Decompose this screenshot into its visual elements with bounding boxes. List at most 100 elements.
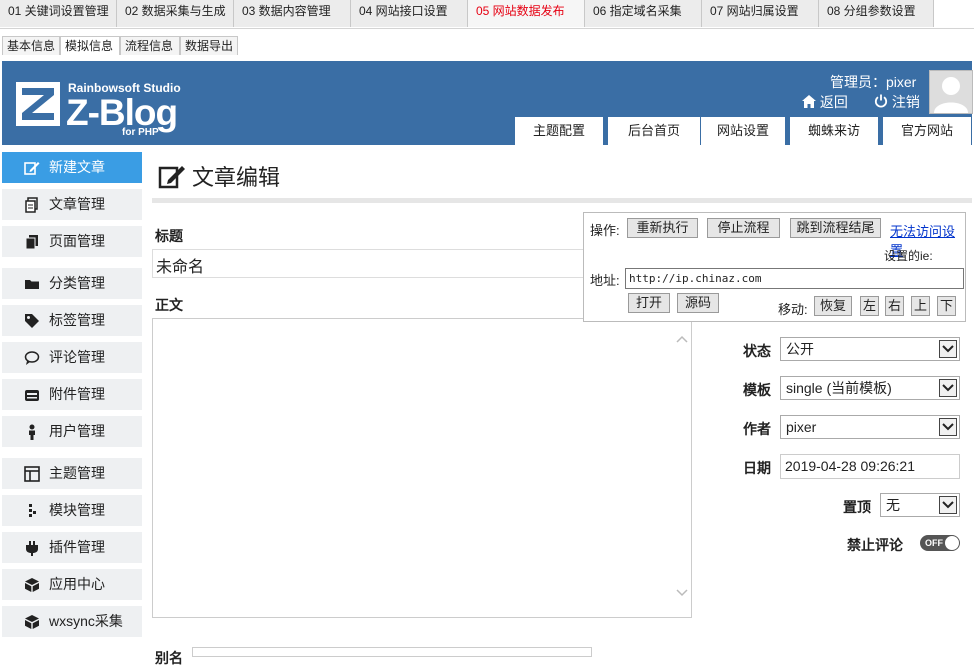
sidebar-item-plugins[interactable]: 插件管理	[2, 532, 142, 563]
plugin-icon	[26, 541, 38, 556]
sticky-value: 无	[886, 497, 900, 513]
sidebar-item-new-article[interactable]: 新建文章	[2, 152, 142, 183]
sidebar-item-categories[interactable]: 分类管理	[2, 268, 142, 299]
restore-button[interactable]: 恢复	[814, 296, 852, 316]
author-label: 作者	[743, 421, 771, 437]
top-tab-content[interactable]: 03 数据内容管理	[234, 0, 351, 27]
sidebar-item-articles[interactable]: 文章管理	[2, 189, 142, 220]
sidebar-item-label: 应用中心	[49, 576, 105, 592]
chevron-down-icon	[939, 496, 957, 514]
top-tab-keywords[interactable]: 01 关键词设置管理	[0, 0, 117, 27]
sidebar-item-label: 用户管理	[49, 423, 105, 439]
author-select[interactable]: pixer	[780, 415, 960, 439]
back-link[interactable]: 返回	[802, 92, 848, 112]
sidebar-item-pages[interactable]: 页面管理	[2, 226, 142, 257]
toggle-state-text: OFF	[925, 538, 943, 548]
open-button[interactable]: 打开	[628, 293, 670, 313]
sidebar-item-app-center[interactable]: 应用中心	[2, 569, 142, 600]
template-select[interactable]: single (当前模板)	[780, 376, 960, 400]
page-title: 文章编辑	[192, 165, 281, 190]
chevron-down-icon	[939, 340, 957, 358]
back-label: 返回	[819, 94, 848, 110]
nav-spider-visits[interactable]: 蜘蛛来访	[790, 117, 878, 145]
sidebar-item-tags[interactable]: 标签管理	[2, 305, 142, 336]
sidebar-item-label: wxsync采集	[49, 613, 123, 629]
address-label: 地址:	[590, 273, 620, 288]
chevron-down-icon	[939, 379, 957, 397]
theme-icon	[24, 466, 40, 482]
sub-tab-flow[interactable]: 流程信息	[120, 36, 180, 55]
avatar[interactable]	[929, 70, 973, 114]
rerun-button[interactable]: 重新执行	[627, 218, 698, 238]
logout-link[interactable]: 注销	[874, 92, 920, 112]
app-center-icon	[25, 578, 39, 592]
nav-official-site[interactable]: 官方网站	[883, 117, 971, 145]
move-up-button[interactable]: 上	[911, 296, 930, 316]
nav-site-settings[interactable]: 网站设置	[701, 117, 785, 145]
sidebar-item-attachments[interactable]: 附件管理	[2, 379, 142, 410]
title-label: 标题	[155, 228, 183, 244]
move-right-button[interactable]: 右	[885, 296, 904, 316]
alias-input[interactable]	[192, 647, 592, 657]
admin-username: 管理员：pixer	[830, 74, 917, 90]
module-icon	[29, 504, 36, 517]
toggle-knob	[945, 536, 959, 550]
user-icon	[29, 424, 35, 440]
alias-label: 别名	[155, 650, 183, 666]
sub-tab-strip: 基本信息 模拟信息 流程信息 数据导出	[0, 36, 974, 56]
move-label: 移动:	[778, 302, 808, 317]
sidebar-item-label: 模块管理	[49, 502, 105, 518]
stop-flow-button[interactable]: 停止流程	[707, 218, 780, 238]
disable-comments-toggle[interactable]: OFF	[920, 535, 960, 551]
title-input[interactable]: 未命名	[152, 249, 590, 278]
sidebar-item-label: 分类管理	[49, 275, 105, 291]
top-tab-collect[interactable]: 02 数据采集与生成	[117, 0, 234, 27]
body-editor[interactable]	[152, 318, 692, 618]
comment-icon	[24, 351, 40, 365]
date-input[interactable]: 2019-04-28 09:26:21	[780, 454, 960, 479]
sidebar-item-label: 新建文章	[49, 159, 105, 175]
jump-to-end-button[interactable]: 跳到流程结尾	[790, 218, 881, 238]
status-label: 状态	[743, 343, 771, 359]
automation-control-panel: 操作: 重新执行 停止流程 跳到流程结尾 无法访问设置 设置的ie: 地址: h…	[583, 212, 966, 322]
scroll-up-icon[interactable]	[676, 332, 688, 346]
top-tab-publish[interactable]: 05 网站数据发布	[468, 0, 585, 27]
sidebar-item-label: 页面管理	[49, 233, 105, 249]
logout-label: 注销	[891, 94, 920, 110]
top-tab-ownership[interactable]: 07 网站归属设置	[702, 0, 819, 27]
move-left-button[interactable]: 左	[860, 296, 879, 316]
articles-icon	[25, 197, 38, 213]
template-label: 模板	[743, 382, 771, 398]
edit-icon	[24, 162, 40, 175]
sidebar-item-label: 标签管理	[49, 312, 105, 328]
sidebar-item-wxsync[interactable]: wxsync采集	[2, 606, 142, 637]
sidebar-item-themes[interactable]: 主题管理	[2, 458, 142, 489]
sidebar-item-comments[interactable]: 评论管理	[2, 342, 142, 373]
sticky-select[interactable]: 无	[880, 493, 960, 517]
home-icon	[802, 95, 816, 108]
sub-tab-simulate[interactable]: 模拟信息	[60, 36, 120, 55]
scroll-down-icon[interactable]	[676, 586, 688, 600]
folder-icon	[25, 280, 39, 289]
power-icon	[874, 94, 888, 108]
address-input[interactable]: http://ip.chinaz.com	[625, 268, 964, 289]
top-tab-domain[interactable]: 06 指定域名采集	[585, 0, 702, 27]
top-tab-groups[interactable]: 08 分组参数设置	[819, 0, 934, 27]
status-select[interactable]: 公开	[780, 337, 960, 361]
body-label: 正文	[155, 297, 183, 313]
sidebar-item-modules[interactable]: 模块管理	[2, 495, 142, 526]
sub-tab-basic[interactable]: 基本信息	[2, 36, 60, 55]
move-down-button[interactable]: 下	[937, 296, 956, 316]
logo-subtitle: for PHP	[122, 127, 159, 138]
sidebar-item-label: 评论管理	[49, 349, 105, 365]
title-divider	[152, 198, 972, 203]
nav-theme-config[interactable]: 主题配置	[515, 117, 603, 145]
sticky-label: 置顶	[843, 499, 871, 515]
status-value: 公开	[786, 341, 814, 357]
sub-tab-export[interactable]: 数据导出	[180, 36, 238, 55]
top-tab-interface[interactable]: 04 网站接口设置	[351, 0, 468, 27]
source-button[interactable]: 源码	[677, 293, 719, 313]
nav-dashboard[interactable]: 后台首页	[608, 117, 700, 145]
zblog-logo-icon	[16, 82, 60, 126]
sidebar-item-users[interactable]: 用户管理	[2, 416, 142, 447]
